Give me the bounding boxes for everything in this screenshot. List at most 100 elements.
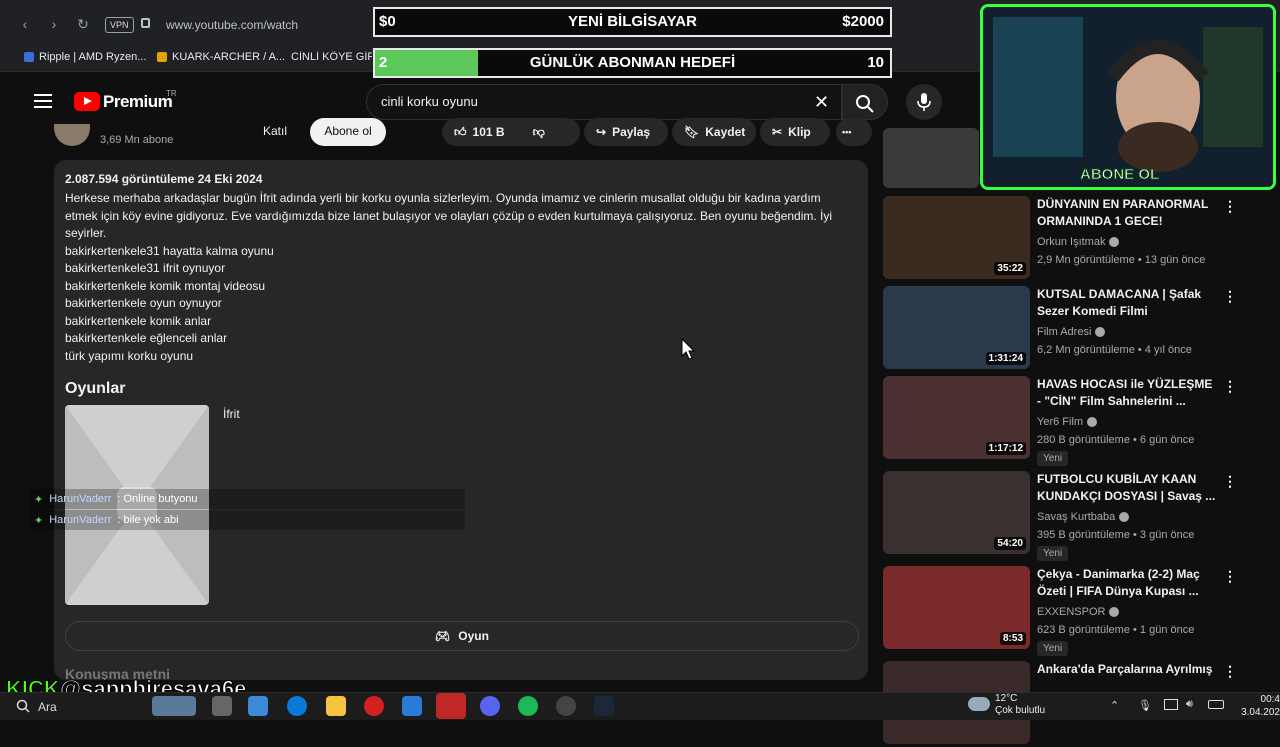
- chat-text: : Online butyonu: [117, 493, 198, 505]
- chat-username: HarunVaderr: [49, 493, 112, 505]
- video-menu-icon[interactable]: ⋮: [1223, 663, 1237, 680]
- search-button[interactable]: [842, 84, 888, 120]
- video-thumbnail[interactable]: 8:53: [883, 566, 1030, 649]
- voice-search-button[interactable]: [906, 84, 942, 120]
- games-section-title: Oyunlar: [65, 380, 126, 397]
- clear-search-icon[interactable]: ✕: [814, 92, 829, 113]
- chat-username: HarunVaderr: [49, 514, 112, 526]
- video-meta: 623 B görüntüleme • 1 gün önce: [1037, 624, 1195, 636]
- video-title[interactable]: KUTSAL DAMACANA | Şafak Sezer Komedi Fil…: [1037, 286, 1217, 320]
- app-icon[interactable]: [556, 696, 576, 716]
- video-channel[interactable]: Savaş Kurtbaba: [1037, 511, 1130, 523]
- video-duration: 1:31:24: [985, 352, 1026, 365]
- video-title[interactable]: Ankara'da Parçalarına Ayrılmış: [1037, 661, 1217, 678]
- bookmark-item[interactable]: KUARK-ARCHER / A...: [157, 51, 285, 63]
- taskbar-search-icon[interactable]: [16, 699, 30, 713]
- like-button[interactable]: 👍︎ 101 B 👎︎: [442, 118, 580, 146]
- more-actions-button[interactable]: •••: [836, 118, 872, 146]
- partial-thumbnail[interactable]: [883, 128, 979, 188]
- bookmark-item[interactable]: Ripple | AMD Ryzen...: [24, 51, 146, 63]
- taskbar-widget-icon[interactable]: [152, 696, 196, 716]
- spotify-icon[interactable]: [518, 696, 538, 716]
- video-menu-icon[interactable]: ⋮: [1223, 568, 1237, 585]
- taskbar-search-label[interactable]: Ara: [38, 700, 57, 714]
- video-menu-icon[interactable]: ⋮: [1223, 288, 1237, 305]
- subscriber-count: 3,69 Mn abone: [100, 134, 174, 146]
- video-menu-icon[interactable]: ⋮: [1223, 378, 1237, 395]
- video-title[interactable]: DÜNYANIN EN PARANORMAL ORMANINDA 1 GECE!: [1037, 196, 1217, 230]
- video-title[interactable]: FUTBOLCU KUBİLAY KAAN KUNDAKÇI DOSYASI |…: [1037, 471, 1217, 505]
- keyboard-icon[interactable]: [1208, 700, 1224, 709]
- reload-icon[interactable]: ↻: [73, 14, 93, 34]
- back-icon[interactable]: ‹: [15, 14, 35, 34]
- description-line: bakirkertenkele oyun oynuyor: [65, 296, 222, 310]
- video-menu-icon[interactable]: ⋮: [1223, 198, 1237, 215]
- search-icon: [856, 95, 874, 113]
- join-button[interactable]: Katıl: [250, 120, 300, 146]
- save-button[interactable]: 🔖︎ Kaydet: [672, 118, 756, 146]
- weather-cloud-icon: [968, 697, 990, 711]
- chat-message: ✦ HarunVaderr : bile yok abi: [30, 510, 465, 530]
- forward-icon[interactable]: ›: [44, 14, 64, 34]
- vpn-badge[interactable]: VPN: [105, 17, 134, 33]
- more-icon: •••: [842, 127, 852, 137]
- tray-chevron-icon[interactable]: ⌃: [1110, 699, 1119, 712]
- clip-button[interactable]: ✂ Klip: [760, 118, 830, 146]
- file-explorer-icon[interactable]: [326, 696, 346, 716]
- share-button[interactable]: ↪ Paylaş: [584, 118, 668, 146]
- new-badge: Yeni: [1037, 641, 1069, 656]
- chat-message: ✦ HarunVaderr : Online butyonu: [30, 489, 465, 509]
- video-thumbnail[interactable]: 1:31:24: [883, 286, 1030, 369]
- app-icon[interactable]: [248, 696, 268, 716]
- network-icon[interactable]: [1164, 699, 1178, 710]
- subscribe-button[interactable]: Abone ol: [310, 118, 386, 146]
- video-channel[interactable]: Film Adresi: [1037, 326, 1106, 338]
- recommended-video[interactable]: 1:17:12 HAVAS HOCASI ile YÜZLEŞME - "CİN"…: [883, 376, 1263, 466]
- microphone-tray-icon[interactable]: 🎙︎: [1138, 699, 1152, 712]
- steam-icon[interactable]: [594, 696, 614, 716]
- mail-icon[interactable]: [402, 696, 422, 716]
- video-thumbnail[interactable]: 54:20: [883, 471, 1030, 554]
- description-text: Herkese merhaba arkadaşlar bugün İfrit a…: [65, 191, 833, 240]
- chat-badge-icon: ✦: [34, 514, 44, 527]
- video-title[interactable]: Çekya - Danimarka (2-2) Maç Özeti | FIFA…: [1037, 566, 1217, 600]
- recommended-video[interactable]: 54:20 FUTBOLCU KUBİLAY KAAN KUNDAKÇI DOSY…: [883, 471, 1263, 561]
- edge-icon[interactable]: [287, 696, 307, 716]
- video-channel[interactable]: Orkun Işıtmak: [1037, 236, 1120, 248]
- verified-icon: [1109, 607, 1120, 618]
- video-channel[interactable]: EXXENSPOR: [1037, 606, 1120, 618]
- weather-widget[interactable]: 12°C Çok bulutlu: [995, 693, 1045, 717]
- goal-bar-subscribers: 2 GÜNLÜK ABONMAN HEDEFİ 10: [373, 48, 892, 78]
- video-meta: 6,2 Mn görüntüleme • 4 yıl önce: [1037, 344, 1192, 356]
- video-thumbnail[interactable]: 35:22: [883, 196, 1030, 279]
- game-button[interactable]: 🎮︎ Oyun: [65, 621, 859, 651]
- discord-icon[interactable]: [480, 696, 500, 716]
- description-line: bakirkertenkele31 ifrit oynuyor: [65, 261, 226, 275]
- yandex-browser-icon[interactable]: [436, 693, 466, 719]
- search-query[interactable]: cinli korku oyunu: [381, 94, 478, 109]
- verified-icon: [1119, 512, 1130, 523]
- youtube-premium-logo[interactable]: Premium: [103, 92, 173, 112]
- video-thumbnail[interactable]: 1:17:12: [883, 376, 1030, 459]
- recommended-video[interactable]: 8:53 Çekya - Danimarka (2-2) Maç Özeti | …: [883, 566, 1263, 656]
- description-line: bakirkertenkele komik montaj videosu: [65, 278, 266, 293]
- task-view-icon[interactable]: [212, 696, 232, 716]
- video-menu-icon[interactable]: ⋮: [1223, 473, 1237, 490]
- video-title[interactable]: HAVAS HOCASI ile YÜZLEŞME - "CİN" Film S…: [1037, 376, 1217, 410]
- address-bar[interactable]: www.youtube.com/watch: [166, 18, 298, 32]
- description-line: bakirkertenkele eğlenceli anlar: [65, 331, 228, 345]
- opera-icon[interactable]: [364, 696, 384, 716]
- region-code: TR: [166, 89, 177, 98]
- bookmark-item[interactable]: CİNLİ KÖYE GİR: [286, 51, 372, 63]
- thumbs-down-icon[interactable]: 👎︎: [533, 125, 545, 140]
- recommended-video[interactable]: 1:31:24 KUTSAL DAMACANA | Şafak Sezer Kom…: [883, 286, 1263, 372]
- hamburger-menu-icon[interactable]: [34, 94, 52, 108]
- channel-avatar[interactable]: [54, 124, 90, 146]
- video-channel[interactable]: Yer6 Film: [1037, 416, 1098, 428]
- youtube-logo-icon[interactable]: [74, 92, 100, 111]
- taskbar-clock[interactable]: 00:4 3.04.202: [1236, 693, 1280, 719]
- game-name[interactable]: İfrit: [223, 407, 240, 421]
- thumbs-up-icon: 👍︎: [454, 124, 467, 139]
- recommended-video[interactable]: 35:22 DÜNYANIN EN PARANORMAL ORMANINDA 1 …: [883, 196, 1263, 282]
- volume-icon[interactable]: 🔊︎: [1186, 698, 1193, 711]
